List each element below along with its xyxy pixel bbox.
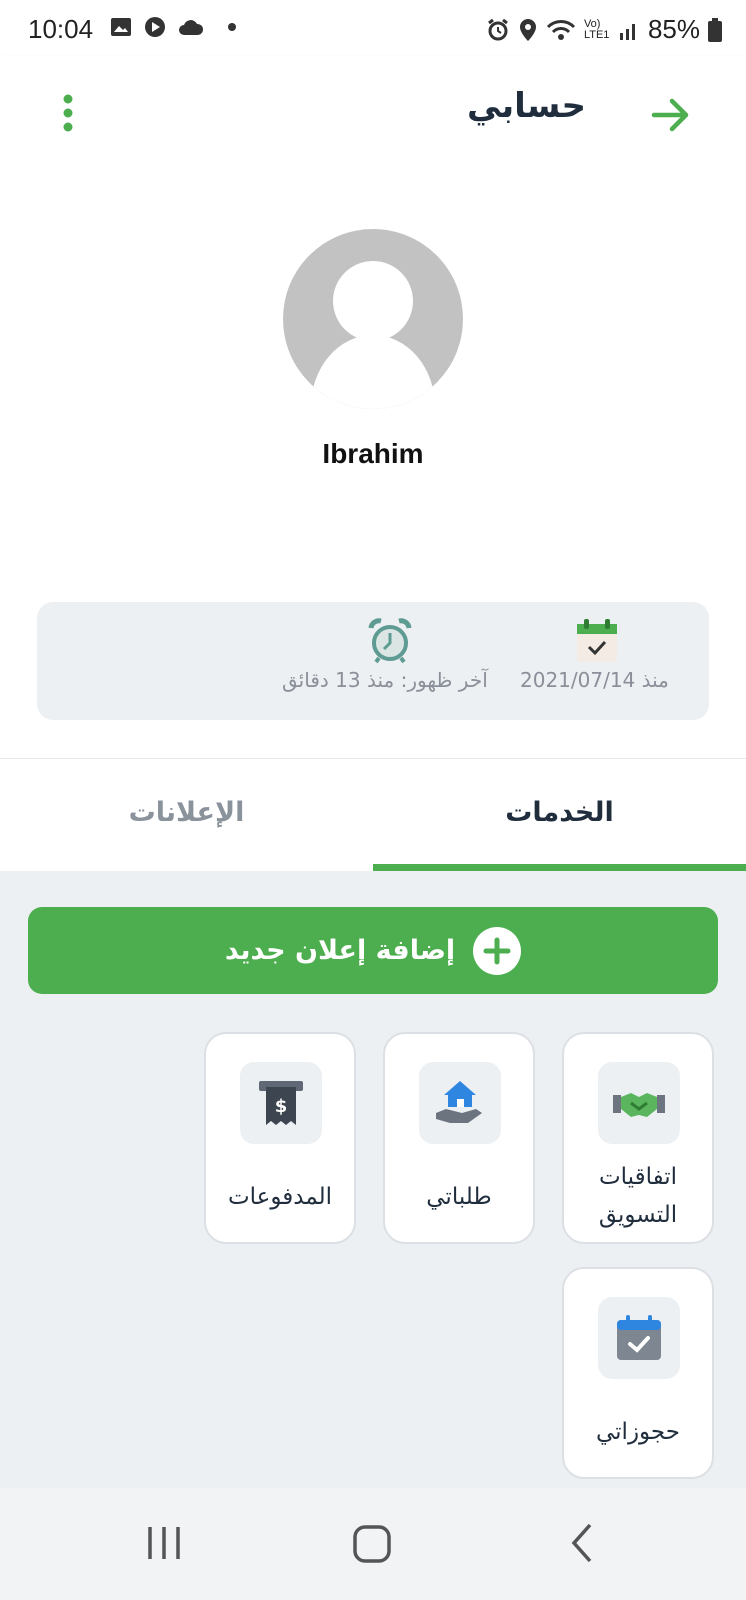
svg-text:$: $ xyxy=(275,1096,288,1117)
status-bar: 10:04 Vo) LTE1 85% xyxy=(0,0,746,56)
arrow-right-icon xyxy=(651,98,689,132)
wifi-icon xyxy=(546,19,576,40)
house-hand-icon xyxy=(436,1081,482,1123)
alarm-status-icon xyxy=(488,18,508,40)
signal-icon xyxy=(619,23,635,40)
cloud-icon xyxy=(179,20,204,35)
recent-apps-icon[interactable] xyxy=(146,1525,182,1561)
service-label: اتفاقيات التسويق xyxy=(598,1164,678,1228)
service-label: المدفوعات xyxy=(227,1184,333,1210)
status-time: 10:04 xyxy=(28,14,94,44)
calendar-check-icon xyxy=(617,1315,661,1360)
handshake-icon xyxy=(613,1093,665,1117)
service-card-payments[interactable]: $ المدفوعات xyxy=(204,1032,356,1244)
profile-section: Ibrahim منذ 2021/07/14 آخر ظهور: منذ 13 … xyxy=(0,182,746,758)
alarm-clock-icon xyxy=(368,618,412,664)
service-card-my-requests[interactable]: طلباتي xyxy=(383,1032,535,1244)
user-placeholder-icon xyxy=(311,261,435,409)
tab-indicator xyxy=(373,864,746,871)
user-name: Ibrahim xyxy=(322,438,424,469)
system-navigation-bar xyxy=(0,1488,746,1600)
last-seen-text: آخر ظهور: منذ 13 دقائق xyxy=(282,668,488,692)
back-button[interactable] xyxy=(648,92,694,138)
tab-ads[interactable]: الإعلانات xyxy=(0,759,373,871)
more-vertical-icon xyxy=(63,94,73,132)
avatar[interactable] xyxy=(283,229,463,409)
tab-services[interactable]: الخدمات xyxy=(373,759,746,871)
notification-icons xyxy=(110,16,236,38)
more-menu-button[interactable] xyxy=(56,92,80,138)
play-icon xyxy=(145,17,165,37)
icon-box: $ xyxy=(240,1062,322,1144)
service-label: طلباتي xyxy=(426,1184,492,1210)
image-icon xyxy=(111,18,131,36)
network-label: Vo) LTE1 xyxy=(583,17,610,41)
add-new-ad-label: إضافة إعلان جديد xyxy=(224,935,456,966)
dot-icon xyxy=(228,23,236,31)
system-icons: Vo) LTE1 85% xyxy=(486,14,722,45)
service-card-my-bookings[interactable]: حجوزاتي xyxy=(562,1267,714,1479)
service-card-marketing-agreements[interactable]: اتفاقيات التسويق xyxy=(562,1032,714,1244)
account-info-card: منذ 2021/07/14 آخر ظهور: منذ 13 دقائق xyxy=(37,602,709,720)
plus-icon xyxy=(473,926,522,975)
icon-box xyxy=(419,1062,501,1144)
add-new-ad-button[interactable]: إضافة إعلان جديد xyxy=(28,907,718,994)
service-label: حجوزاتي xyxy=(595,1419,680,1445)
receipt-dollar-icon: $ xyxy=(259,1081,303,1125)
app-bar: حسابي xyxy=(0,56,746,182)
tab-bar: الخدمات الإعلانات xyxy=(0,758,746,871)
battery-percent: 85% xyxy=(647,14,700,44)
icon-box xyxy=(598,1062,680,1144)
page-title: حسابي xyxy=(466,86,586,126)
icon-box xyxy=(598,1297,680,1379)
battery-icon xyxy=(708,17,722,42)
calendar-icon xyxy=(577,619,617,662)
member-since-text: منذ 2021/07/14 xyxy=(520,668,669,692)
back-nav-icon[interactable] xyxy=(568,1522,596,1564)
home-icon[interactable] xyxy=(352,1524,392,1564)
location-icon xyxy=(519,18,536,41)
